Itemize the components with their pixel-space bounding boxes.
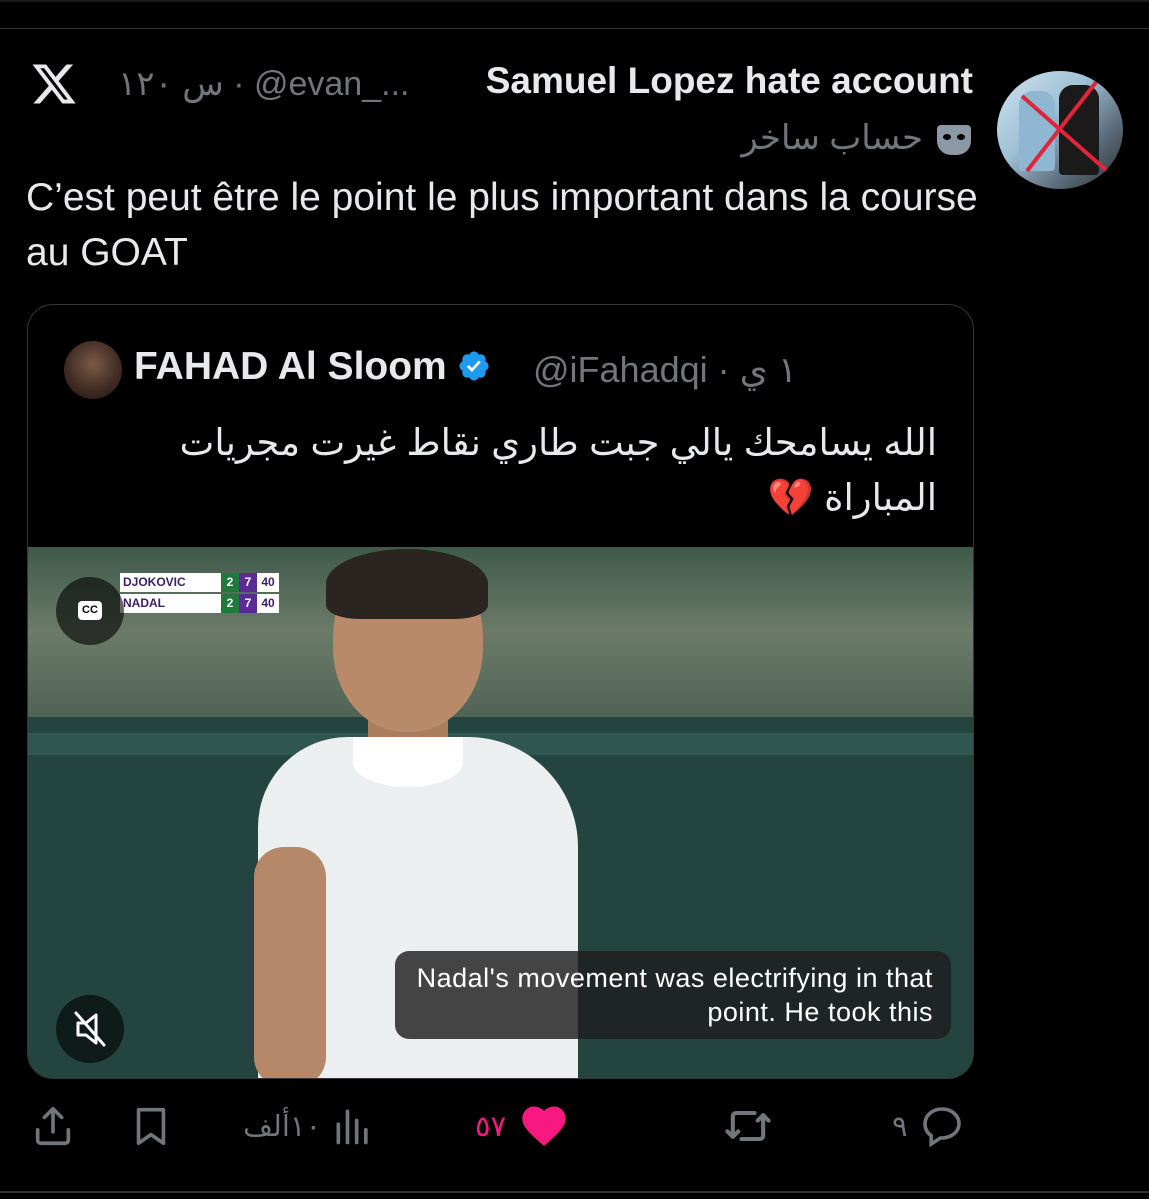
quoted-author-name: FAHAD Al Sloom: [134, 345, 447, 388]
views-button[interactable]: ١٠ألف: [243, 1096, 375, 1156]
quoted-handle-time[interactable]: @iFahadqi · ١ ي: [533, 349, 797, 391]
tweet-actions: ٩ ٥٧ ١٠ألف: [0, 1096, 1149, 1156]
divider: [0, 28, 1149, 29]
player-collar: [353, 737, 463, 787]
scoreboard-player: DJOKOVIC: [120, 573, 221, 592]
like-count: ٥٧: [475, 1110, 507, 1143]
tweet-meta-handle-time[interactable]: س ١٢٠ · @evan_...: [118, 64, 409, 104]
scoreboard-games: 7: [239, 594, 257, 613]
parody-mask-icon: [937, 125, 971, 156]
reply-icon: [922, 1107, 961, 1148]
like-button[interactable]: ٥٧: [475, 1096, 570, 1156]
scoreboard-row: DJOKOVIC 2 7 40: [120, 573, 284, 592]
video-caption: Nadal's movement was electrifying in tha…: [395, 951, 951, 1039]
video-player[interactable]: DJOKOVIC 2 7 40 NADAL 2 7 40 CC Nadal's …: [28, 547, 973, 1078]
avatar[interactable]: [997, 71, 1123, 189]
bookmark-button[interactable]: [128, 1096, 174, 1156]
parody-label: حساب ساخر: [741, 118, 971, 158]
scoreboard: DJOKOVIC 2 7 40 NADAL 2 7 40: [120, 573, 284, 613]
quoted-tweet[interactable]: FAHAD Al Sloom @iFahadqi · ١ ي الله يسام…: [27, 304, 974, 1079]
scoreboard-player: NADAL: [120, 594, 221, 613]
scoreboard-points: 40: [257, 573, 279, 592]
author-display-name[interactable]: Samuel Lopez hate account: [486, 60, 973, 102]
reply-count: ٩: [892, 1110, 908, 1143]
quoted-author[interactable]: FAHAD Al Sloom: [134, 345, 491, 389]
captions-button[interactable]: CC: [56, 577, 124, 645]
verified-badge-icon: [459, 351, 489, 381]
broken-heart-emoji: 💔: [767, 477, 814, 518]
scoreboard-row: NADAL 2 7 40: [120, 594, 284, 613]
view-count: ١٠ألف: [243, 1110, 322, 1143]
scoreboard-points: 40: [257, 594, 279, 613]
player-arm: [254, 847, 326, 1078]
quoted-avatar[interactable]: [64, 341, 122, 399]
cc-icon: CC: [78, 601, 102, 620]
bookmark-icon: [136, 1107, 166, 1146]
scoreboard-sets: 2: [221, 573, 239, 592]
share-button[interactable]: [30, 1096, 76, 1156]
retweet-icon: [725, 1110, 771, 1142]
heart-icon: [522, 1106, 566, 1146]
tweet-text: C’est peut être le point le plus importa…: [26, 176, 978, 274]
cross-out-icon: [1020, 79, 1109, 173]
scoreboard-sets: 2: [221, 594, 239, 613]
quoted-text-body: الله يسامحك يالي جبت طاري نقاط غيرت مجري…: [179, 422, 937, 518]
mute-icon: [74, 1011, 106, 1047]
divider: [0, 1191, 1149, 1193]
mute-button[interactable]: [56, 995, 124, 1063]
scoreboard-games: 7: [239, 573, 257, 592]
player-hair: [326, 549, 488, 619]
window-top-edge: [0, 0, 1149, 2]
retweet-button[interactable]: [722, 1096, 774, 1156]
views-icon: [336, 1109, 368, 1145]
reply-button[interactable]: ٩: [892, 1096, 966, 1156]
x-logo-icon[interactable]: [30, 60, 78, 108]
parody-text: حساب ساخر: [741, 119, 923, 157]
quoted-text: الله يسامحك يالي جبت طاري نقاط غيرت مجري…: [117, 415, 937, 525]
share-icon: [35, 1106, 71, 1146]
